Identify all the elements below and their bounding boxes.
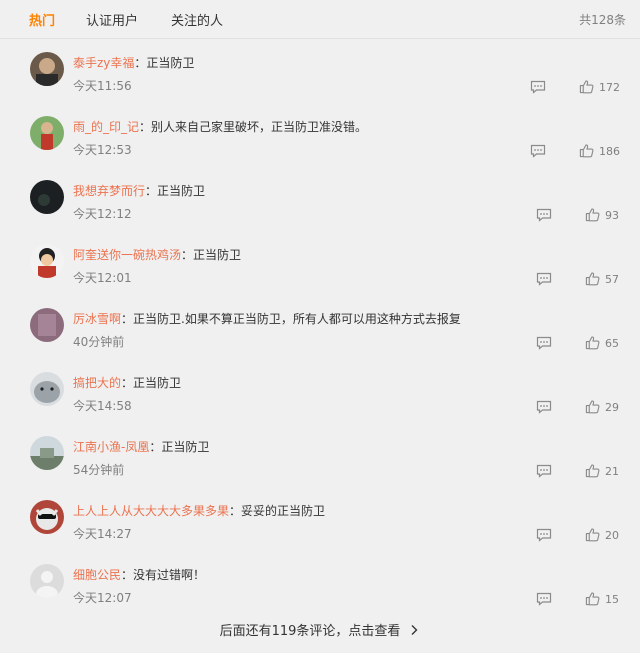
avatar[interactable] bbox=[30, 52, 64, 86]
separator: ： bbox=[181, 248, 194, 262]
comment-time: 今天12:53 bbox=[73, 143, 132, 157]
thumbs-up-icon bbox=[585, 592, 600, 606]
username[interactable]: 阿奎送你一碗热鸡汤 bbox=[73, 248, 181, 262]
view-more-comments-link[interactable]: 后面还有119条评论，点击查看 bbox=[0, 620, 640, 639]
thumbs-up-icon bbox=[579, 144, 594, 158]
reply-icon[interactable] bbox=[536, 464, 552, 478]
comment-tabs: 热门 认证用户 关注的人 共128条 bbox=[0, 0, 640, 39]
comment-item: 厉冰雪啊：正当防卫.如果不算正当防卫，所有人都可以用这种方式去报复 40分钟前 … bbox=[0, 308, 640, 372]
comment-text: 正当防卫 bbox=[157, 184, 206, 198]
comment-item: 上人上人从大大大大多果多果：妥妥的正当防卫 今天14:27 20 bbox=[0, 500, 640, 564]
comment-time: 今天12:07 bbox=[73, 591, 132, 605]
like-count: 172 bbox=[599, 81, 620, 94]
thumbs-up-icon bbox=[585, 464, 600, 478]
reply-icon[interactable] bbox=[536, 592, 552, 606]
avatar[interactable] bbox=[30, 372, 64, 406]
separator: ： bbox=[229, 504, 242, 518]
reply-icon[interactable] bbox=[536, 528, 552, 542]
comment-text: 正当防卫 bbox=[193, 248, 242, 262]
comment-text: 没有过错啊！ bbox=[133, 568, 206, 582]
like-count: 20 bbox=[605, 529, 619, 542]
like-count: 186 bbox=[599, 145, 620, 158]
comment-item: 细胞公民：没有过错啊！ 今天12:07 15 bbox=[0, 564, 640, 628]
avatar[interactable] bbox=[30, 180, 64, 214]
comment-total: 共128条 bbox=[579, 13, 626, 27]
comment-text: 正当防卫 bbox=[133, 376, 182, 390]
comment-text: 别人来自己家里破坏，正当防卫准没错。 bbox=[151, 120, 368, 134]
reply-icon[interactable] bbox=[536, 208, 552, 222]
comment-item: 搞把大的：正当防卫 今天14:58 29 bbox=[0, 372, 640, 436]
comment-time: 今天12:12 bbox=[73, 207, 132, 221]
avatar[interactable] bbox=[30, 436, 64, 470]
comment-item: 江南小渔-凤凰：正当防卫 54分钟前 21 bbox=[0, 436, 640, 500]
like-count: 15 bbox=[605, 593, 619, 606]
reply-icon[interactable] bbox=[536, 272, 552, 286]
reply-icon[interactable] bbox=[536, 336, 552, 350]
avatar[interactable] bbox=[30, 564, 64, 598]
separator: ： bbox=[121, 376, 134, 390]
username[interactable]: 上人上人从大大大大多果多果 bbox=[73, 504, 229, 518]
separator: ： bbox=[121, 312, 134, 326]
username[interactable]: 我想弃梦而行 bbox=[73, 184, 145, 198]
tab-verified-users[interactable]: 认证用户 bbox=[86, 10, 138, 29]
view-more-label: 后面还有119条评论，点击查看 bbox=[219, 624, 401, 639]
avatar[interactable] bbox=[30, 116, 64, 150]
separator: ： bbox=[145, 184, 158, 198]
comment-text: 正当防卫 bbox=[161, 440, 210, 454]
comment-text: 妥妥的正当防卫 bbox=[241, 504, 326, 518]
thumbs-up-icon bbox=[585, 400, 600, 414]
tab-following[interactable]: 关注的人 bbox=[171, 10, 223, 29]
thumbs-up-icon bbox=[585, 528, 600, 542]
comment-time: 今天12:01 bbox=[73, 271, 132, 285]
comment-item: 阿奎送你一碗热鸡汤：正当防卫 今天12:01 57 bbox=[0, 244, 640, 308]
chevron-right-icon bbox=[411, 625, 418, 635]
like-count: 57 bbox=[605, 273, 619, 286]
comment-time: 40分钟前 bbox=[73, 335, 125, 349]
separator: ： bbox=[121, 568, 134, 582]
comment-time: 今天14:58 bbox=[73, 399, 132, 413]
like-count: 29 bbox=[605, 401, 619, 414]
thumbs-up-icon bbox=[585, 208, 600, 222]
username[interactable]: 雨_的_印_记 bbox=[73, 120, 139, 134]
username[interactable]: 江南小渔-凤凰 bbox=[73, 440, 149, 454]
separator: ： bbox=[139, 120, 152, 134]
avatar[interactable] bbox=[30, 244, 64, 278]
comment-text: 正当防卫 bbox=[146, 56, 195, 70]
thumbs-up-icon bbox=[585, 336, 600, 350]
comment-item: 泰手zy幸福：正当防卫 今天11:56 172 bbox=[0, 52, 640, 116]
separator: ： bbox=[149, 440, 162, 454]
comment-item: 雨_的_印_记：别人来自己家里破坏，正当防卫准没错。 今天12:53 186 bbox=[0, 116, 640, 180]
comment-time: 54分钟前 bbox=[73, 463, 125, 477]
like-count: 65 bbox=[605, 337, 619, 350]
reply-icon[interactable] bbox=[530, 80, 546, 94]
like-count: 21 bbox=[605, 465, 619, 478]
comment-time: 今天11:56 bbox=[73, 79, 132, 93]
thumbs-up-icon bbox=[585, 272, 600, 286]
thumbs-up-icon bbox=[579, 80, 594, 94]
avatar[interactable] bbox=[30, 500, 64, 534]
comment-item: 我想弃梦而行：正当防卫 今天12:12 93 bbox=[0, 180, 640, 244]
separator: ： bbox=[134, 56, 147, 70]
username[interactable]: 泰手zy幸福 bbox=[73, 56, 134, 70]
username[interactable]: 细胞公民 bbox=[73, 568, 121, 582]
tab-hot[interactable]: 热门 bbox=[29, 10, 55, 29]
comment-time: 今天14:27 bbox=[73, 527, 132, 541]
reply-icon[interactable] bbox=[530, 144, 546, 158]
avatar[interactable] bbox=[30, 308, 64, 342]
like-count: 93 bbox=[605, 209, 619, 222]
username[interactable]: 搞把大的 bbox=[73, 376, 121, 390]
username[interactable]: 厉冰雪啊 bbox=[73, 312, 121, 326]
comment-text: 正当防卫.如果不算正当防卫，所有人都可以用这种方式去报复 bbox=[133, 312, 461, 326]
reply-icon[interactable] bbox=[536, 400, 552, 414]
